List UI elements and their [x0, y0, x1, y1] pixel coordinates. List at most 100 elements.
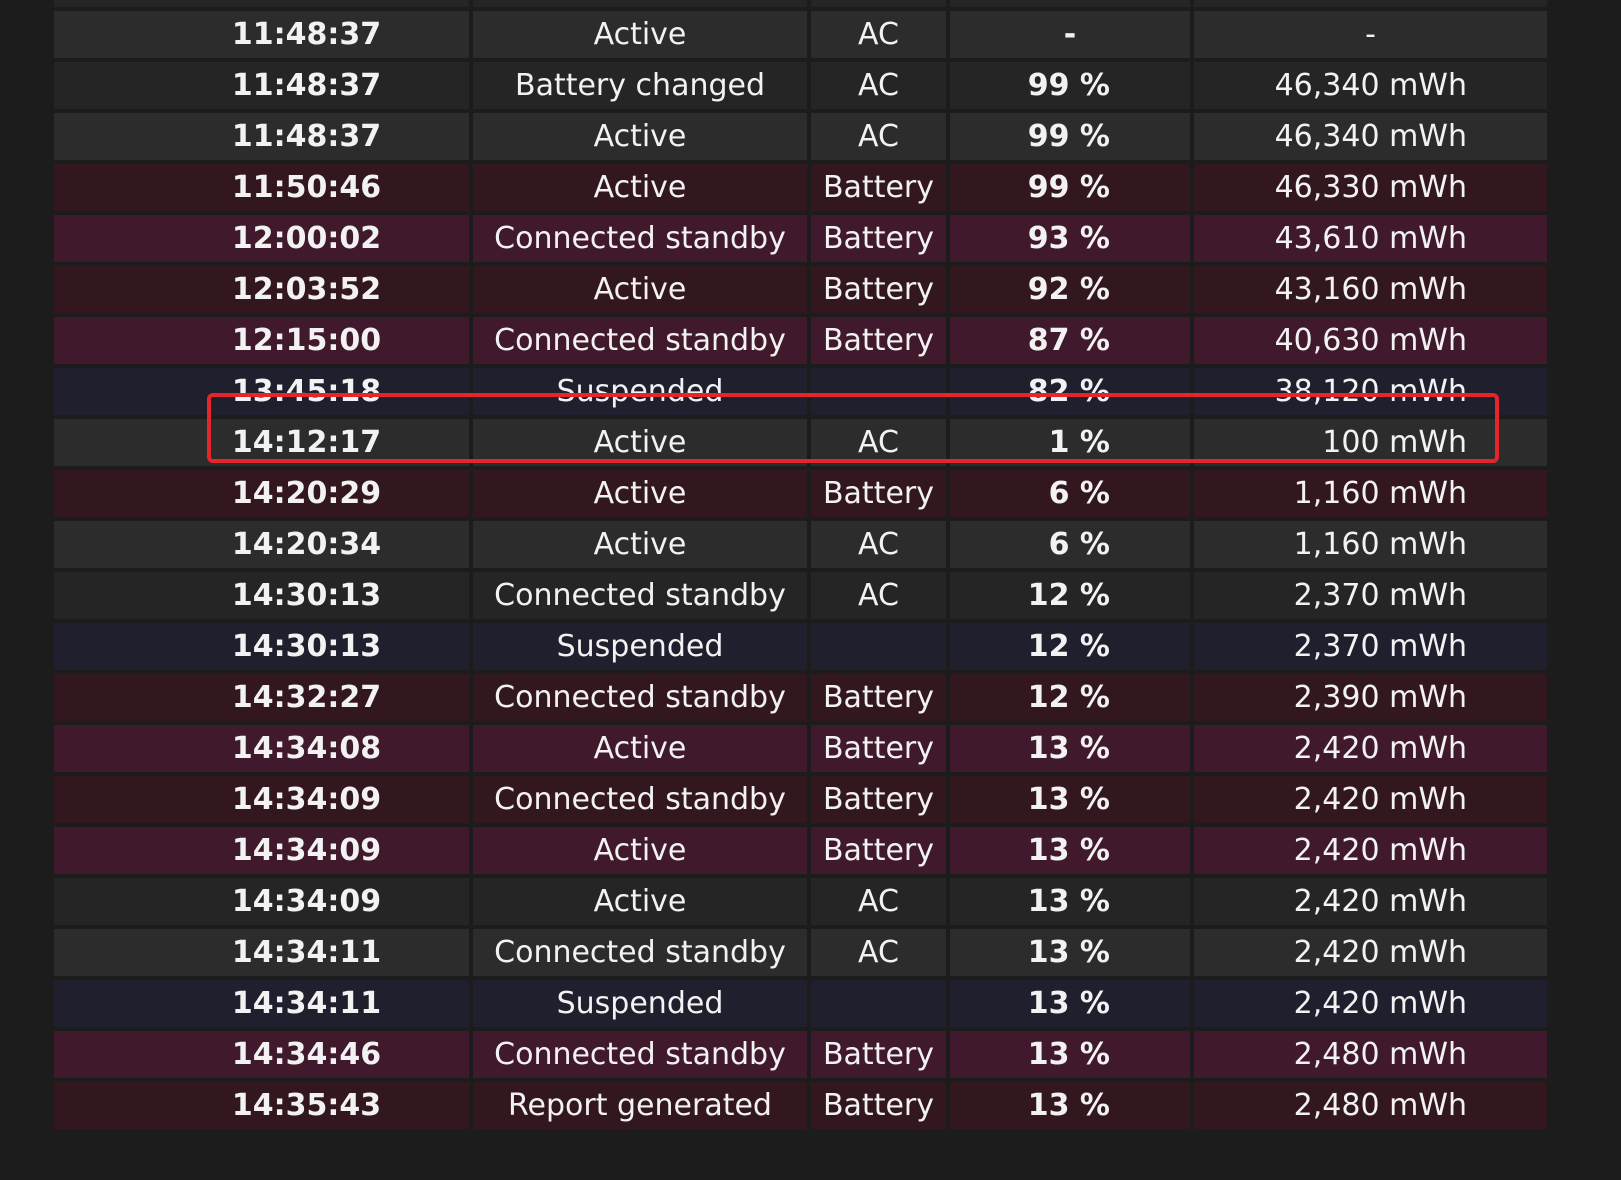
table-row: 14:35:43 Report generated Battery 13 % 2… [54, 1082, 1547, 1129]
source-cell: Battery [811, 827, 946, 874]
capacity-cell: 46,340 mWh [1194, 62, 1547, 109]
recent-usage-table: 11:48:37 Active AC - - 11:48:37 Battery … [54, 0, 1547, 1133]
table-row: 14:20:34 Active AC 6 % 1,160 mWh [54, 521, 1547, 568]
source-cell [811, 980, 946, 1027]
state-cell: Active [473, 878, 807, 925]
capacity-cell: 46,340 mWh [1194, 113, 1547, 160]
state-cell: Connected standby [473, 674, 807, 721]
table-row: 14:34:08 Active Battery 13 % 2,420 mWh [54, 725, 1547, 772]
time-cell: 14:20:29 [54, 470, 469, 517]
state-cell: Active [473, 521, 807, 568]
source-cell [811, 623, 946, 670]
table-row: 14:34:09 Connected standby Battery 13 % … [54, 776, 1547, 823]
state-cell: Suspended [473, 623, 807, 670]
state-cell: Connected standby [473, 1031, 807, 1078]
state-cell: Active [473, 827, 807, 874]
percent-cell: 6 % [950, 470, 1190, 517]
time-cell: 14:32:27 [54, 674, 469, 721]
table-row: 14:12:17 Active AC 1 % 100 mWh [54, 419, 1547, 466]
percent-cell: 13 % [950, 1031, 1190, 1078]
source-cell: Battery [811, 266, 946, 313]
table-row: 14:34:11 Connected standby AC 13 % 2,420… [54, 929, 1547, 976]
time-cell: 14:34:09 [54, 827, 469, 874]
table-row: 14:34:09 Active AC 13 % 2,420 mWh [54, 878, 1547, 925]
table-row: 12:00:02 Connected standby Battery 93 % … [54, 215, 1547, 262]
source-cell: AC [811, 113, 946, 160]
table-row: 14:34:11 Suspended 13 % 2,420 mWh [54, 980, 1547, 1027]
capacity-cell: 2,390 mWh [1194, 674, 1547, 721]
state-cell: Connected standby [473, 572, 807, 619]
time-cell: 14:34:08 [54, 725, 469, 772]
capacity-cell: 2,370 mWh [1194, 572, 1547, 619]
percent-cell: 93 % [950, 215, 1190, 262]
time-cell: 14:34:09 [54, 878, 469, 925]
source-cell [811, 0, 946, 7]
capacity-cell: - [1194, 11, 1547, 58]
source-cell: Battery [811, 725, 946, 772]
percent-cell: 92 % [950, 266, 1190, 313]
state-cell: Connected standby [473, 776, 807, 823]
capacity-cell: 1,160 mWh [1194, 470, 1547, 517]
capacity-cell [1194, 0, 1547, 7]
percent-cell: 99 % [950, 113, 1190, 160]
capacity-cell: 1,160 mWh [1194, 521, 1547, 568]
source-cell: Battery [811, 215, 946, 262]
time-cell: 14:34:09 [54, 776, 469, 823]
percent-cell: 82 % [950, 368, 1190, 415]
table-row: 11:50:46 Active Battery 99 % 46,330 mWh [54, 164, 1547, 211]
table-row [54, 0, 1547, 7]
percent-cell: 1 % [950, 419, 1190, 466]
table-row: 13:45:18 Suspended 82 % 38,120 mWh [54, 368, 1547, 415]
time-cell: 14:34:46 [54, 1031, 469, 1078]
capacity-cell: 2,420 mWh [1194, 929, 1547, 976]
source-cell: AC [811, 419, 946, 466]
source-cell: Battery [811, 1031, 946, 1078]
table-row: 14:34:09 Active Battery 13 % 2,420 mWh [54, 827, 1547, 874]
table-row: 12:15:00 Connected standby Battery 87 % … [54, 317, 1547, 364]
percent-cell: 13 % [950, 827, 1190, 874]
source-cell: AC [811, 521, 946, 568]
percent-cell: 13 % [950, 878, 1190, 925]
percent-cell: 12 % [950, 674, 1190, 721]
state-cell: Connected standby [473, 929, 807, 976]
percent-cell: 12 % [950, 623, 1190, 670]
capacity-cell: 2,420 mWh [1194, 725, 1547, 772]
percent-cell: 99 % [950, 164, 1190, 211]
table-row: 14:30:13 Connected standby AC 12 % 2,370… [54, 572, 1547, 619]
state-cell: Suspended [473, 980, 807, 1027]
capacity-cell: 2,420 mWh [1194, 980, 1547, 1027]
state-cell: Suspended [473, 368, 807, 415]
capacity-cell: 2,480 mWh [1194, 1082, 1547, 1129]
source-cell: Battery [811, 674, 946, 721]
percent-cell: 12 % [950, 572, 1190, 619]
source-cell [811, 368, 946, 415]
source-cell: Battery [811, 164, 946, 211]
time-cell: 11:48:37 [54, 11, 469, 58]
source-cell: AC [811, 878, 946, 925]
source-cell: Battery [811, 470, 946, 517]
battery-report-view: 11:48:37 Active AC - - 11:48:37 Battery … [0, 0, 1621, 1180]
capacity-cell: 38,120 mWh [1194, 368, 1547, 415]
capacity-cell: 43,160 mWh [1194, 266, 1547, 313]
table-row: 11:48:37 Active AC 99 % 46,340 mWh [54, 113, 1547, 160]
source-cell: Battery [811, 776, 946, 823]
capacity-cell: 100 mWh [1194, 419, 1547, 466]
source-cell: Battery [811, 1082, 946, 1129]
table-row: 11:48:37 Active AC - - [54, 11, 1547, 58]
state-cell: Active [473, 113, 807, 160]
time-cell: 13:45:18 [54, 368, 469, 415]
time-cell [54, 0, 469, 7]
time-cell: 12:00:02 [54, 215, 469, 262]
capacity-cell: 40,630 mWh [1194, 317, 1547, 364]
state-cell [473, 0, 807, 7]
state-cell: Active [473, 11, 807, 58]
percent-cell: 99 % [950, 62, 1190, 109]
state-cell: Active [473, 470, 807, 517]
time-cell: 12:03:52 [54, 266, 469, 313]
state-cell: Report generated [473, 1082, 807, 1129]
table-row: 14:20:29 Active Battery 6 % 1,160 mWh [54, 470, 1547, 517]
capacity-cell: 2,420 mWh [1194, 776, 1547, 823]
percent-cell: 13 % [950, 776, 1190, 823]
state-cell: Active [473, 725, 807, 772]
percent-cell: 87 % [950, 317, 1190, 364]
